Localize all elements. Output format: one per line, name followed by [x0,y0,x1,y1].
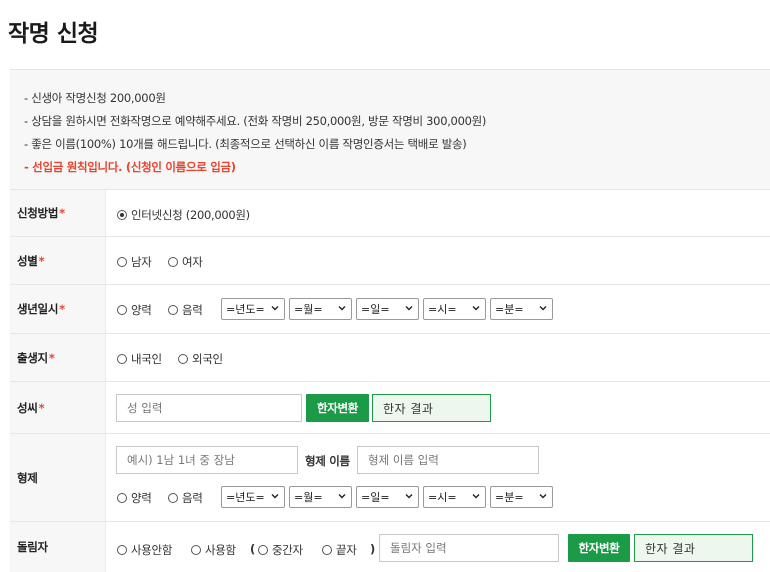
chevron-down-icon [539,494,547,499]
chevron-down-icon [405,494,413,499]
radio-icon [178,354,188,364]
required-mark: * [38,400,45,415]
birth-day-select[interactable]: =일= [356,298,419,320]
row-gender: 성별 * 남자 여자 [10,236,770,284]
row-siblings: 형제 예시) 1남 1녀 중 장남 형제 이름 형제 이름 입력 양력 음력 =… [10,433,770,521]
radio-selected-icon [117,210,127,220]
radio-icon [168,305,178,315]
gender-label: 성별 * [10,237,106,284]
radio-icon [168,257,178,267]
siblings-minute-select[interactable]: =분= [490,486,553,508]
radio-icon [258,545,268,555]
birth-minute-select[interactable]: =분= [490,298,553,320]
surname-input[interactable]: 성 입력 [116,394,302,422]
generation-hanja-result: 한자 결과 [634,534,753,562]
chevron-down-icon [405,306,413,311]
row-generation: 돌림자 사용안함 사용함 ( 중간자 끝자 ) 돌림자 입력 한자변환 한자 결… [10,521,770,572]
notice-line-price: - 신생아 작명신청 200,000원 [24,91,166,105]
chevron-down-icon [338,306,346,311]
birth-year-select[interactable]: =년도= [221,298,285,320]
birth-hour-select[interactable]: =시= [423,298,486,320]
chevron-down-icon [271,306,279,311]
radio-icon [168,493,178,503]
radio-icon [191,545,201,555]
method-internet-radio[interactable]: 인터넷신청 (200,000원) [117,207,250,223]
birth-lunar-radio[interactable]: 음력 [168,302,203,318]
close-paren: ) [370,542,375,556]
siblings-year-select[interactable]: =년도= [221,486,285,508]
birth-solar-radio[interactable]: 양력 [117,302,152,318]
generation-label: 돌림자 [10,522,106,572]
notice-line-prepay: - 선입금 원칙입니다. (신청인 이름으로 입금) [24,160,236,174]
siblings-name-label: 형제 이름 [305,454,350,468]
siblings-month-select[interactable]: =월= [289,486,352,508]
required-mark: * [38,253,45,268]
chevron-down-icon [271,494,279,499]
radio-icon [117,354,127,364]
siblings-solar-radio[interactable]: 양력 [117,490,152,506]
notice-line-phone: - 상담을 원하시면 전화작명으로 예약해주세요. (전화 작명비 250,00… [24,114,487,128]
chevron-down-icon [338,494,346,499]
siblings-hour-select[interactable]: =시= [423,486,486,508]
siblings-lunar-radio[interactable]: 음력 [168,490,203,506]
gender-female-radio[interactable]: 여자 [168,254,203,270]
row-method: 신청방법 * 인터넷신청 (200,000원) [10,189,770,236]
gender-male-radio[interactable]: 남자 [117,254,152,270]
birth-label: 생년일시 * [10,285,106,333]
required-mark: * [59,302,65,316]
birthplace-foreign-radio[interactable]: 외국인 [178,351,223,367]
row-surname: 성씨 * 성 입력 한자변환 한자 결과 [10,381,770,433]
surname-hanja-result: 한자 결과 [372,394,491,422]
birth-month-select[interactable]: =월= [289,298,352,320]
generation-convert-button[interactable]: 한자변환 [568,534,630,562]
required-mark: * [59,206,65,220]
surname-label: 성씨 * [10,382,106,433]
notice-box: - 신생아 작명신청 200,000원 - 상담을 원하시면 전화작명으로 예약… [10,69,770,189]
radio-icon [117,493,127,503]
chevron-down-icon [472,306,480,311]
radio-icon [322,545,332,555]
radio-icon [117,545,127,555]
surname-convert-button[interactable]: 한자변환 [306,394,369,422]
notice-line-names: - 좋은 이름(100%) 10개를 해드립니다. (최종적으로 선택하신 이름… [24,137,467,151]
required-mark: * [48,350,55,365]
page-title: 작명 신청 [8,21,99,47]
birthplace-label: 출생지 * [10,334,106,381]
chevron-down-icon [539,306,547,311]
siblings-label: 형제 [10,434,106,521]
row-birthplace: 출생지 * 내국인 외국인 [10,333,770,381]
siblings-name-input[interactable]: 형제 이름 입력 [357,446,539,474]
generation-last-radio[interactable]: 끝자 [322,542,357,558]
generation-used-radio[interactable]: 사용함 [191,542,236,558]
generation-middle-radio[interactable]: 중간자 [258,542,303,558]
birthplace-domestic-radio[interactable]: 내국인 [117,351,162,367]
row-birth: 생년일시 * 양력 음력 =년도= =월= =일= =시= =분= [10,284,770,333]
siblings-order-input[interactable]: 예시) 1남 1녀 중 장남 [116,446,298,474]
generation-input[interactable]: 돌림자 입력 [379,534,559,562]
chevron-down-icon [472,494,480,499]
method-label: 신청방법 * [10,190,106,236]
radio-icon [117,305,127,315]
radio-icon [117,257,127,267]
open-paren: ( [250,542,255,556]
generation-not-used-radio[interactable]: 사용안함 [117,542,172,558]
siblings-day-select[interactable]: =일= [356,486,419,508]
